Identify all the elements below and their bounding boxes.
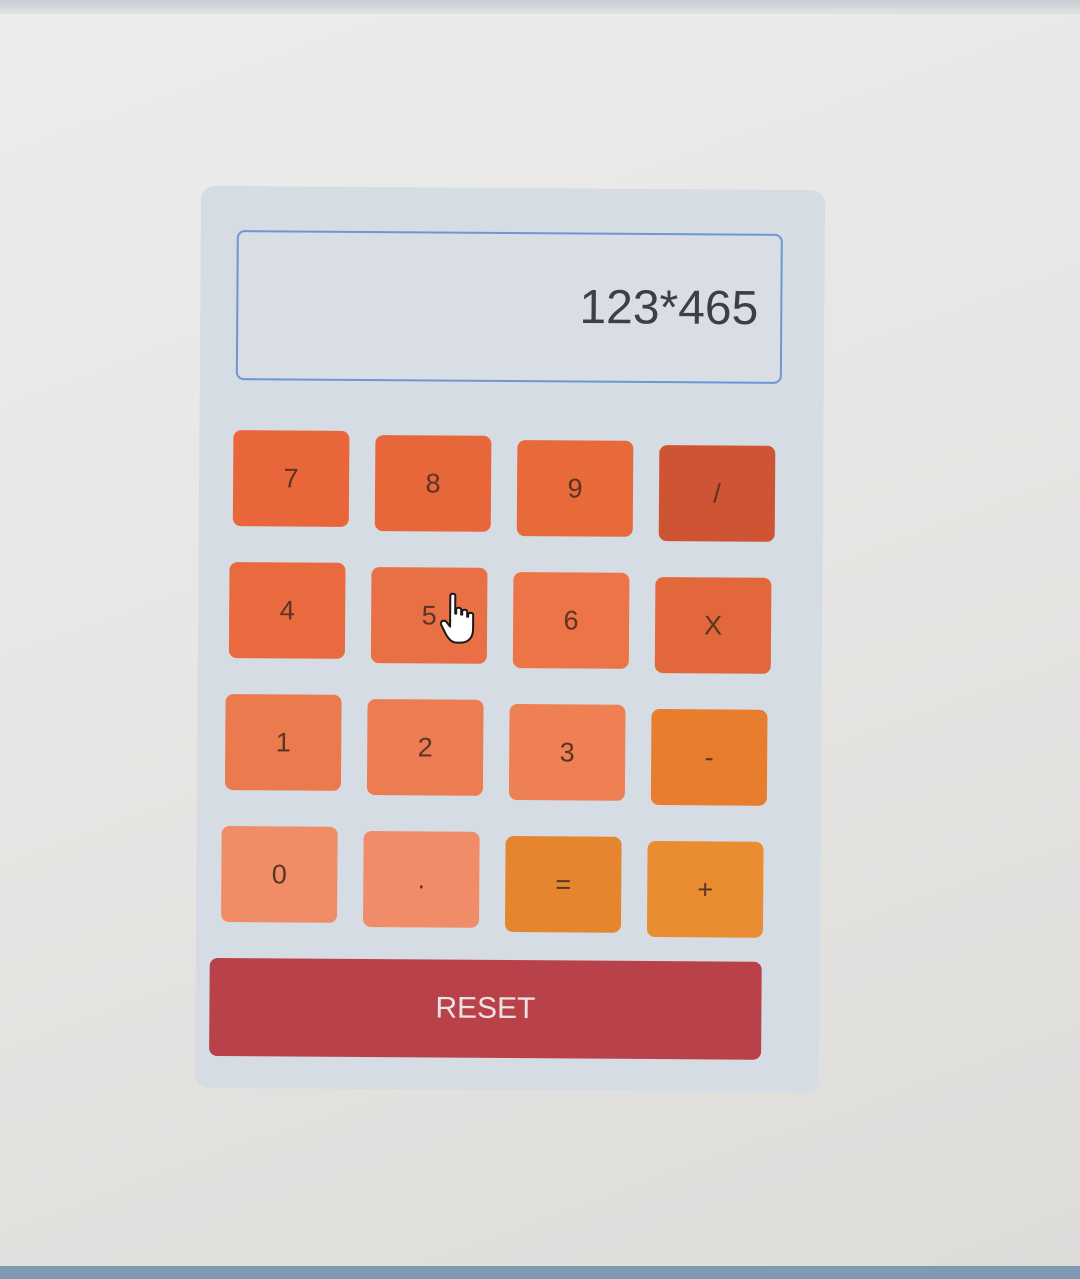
key-1[interactable]: 1 [224,694,342,791]
key-equals-label: = [555,868,572,899]
display-value: 123*465 [579,280,759,336]
key-2[interactable]: 2 [366,699,484,796]
key-6[interactable]: 6 [512,572,630,669]
key-multiply[interactable]: X [654,577,772,674]
key-subtract-label: - [704,741,714,772]
key-8-label: 8 [425,467,441,499]
calculator-panel: 123*465 7 8 9 / 4 5 6 X 1 2 3 - 0 . = + … [194,185,826,1093]
key-add-label: + [697,873,714,904]
key-add[interactable]: + [646,840,764,938]
key-6-label: 6 [563,604,579,635]
key-4[interactable]: 4 [228,562,346,659]
key-7[interactable]: 7 [232,430,350,527]
key-2-label: 2 [417,731,433,762]
key-0[interactable]: 0 [221,825,338,923]
key-subtract[interactable]: - [650,708,768,806]
calculator-display: 123*465 [235,230,783,384]
key-5-label: 5 [421,599,437,630]
reset-button[interactable]: RESET [209,957,762,1060]
key-divide[interactable]: / [658,445,776,542]
key-5[interactable]: 5 [370,567,488,664]
key-1-label: 1 [275,726,291,757]
key-equals[interactable]: = [504,835,622,933]
key-multiply-label: X [703,609,723,640]
key-9-label: 9 [567,472,583,504]
key-3[interactable]: 3 [508,703,626,801]
key-decimal[interactable]: . [362,830,480,928]
key-0-label: 0 [271,858,287,889]
key-9[interactable]: 9 [516,440,634,537]
key-4-label: 4 [279,594,295,625]
key-3-label: 3 [559,736,575,767]
key-divide-label: / [713,477,721,508]
screen-top-edge [0,0,1080,14]
key-decimal-label: . [417,863,426,894]
reset-button-label: RESET [435,991,536,1026]
key-8[interactable]: 8 [374,435,492,532]
keypad: 7 8 9 / 4 5 6 X 1 2 3 - 0 . = + [221,430,777,938]
screen-bottom-edge [0,1266,1080,1279]
key-7-label: 7 [283,462,299,494]
